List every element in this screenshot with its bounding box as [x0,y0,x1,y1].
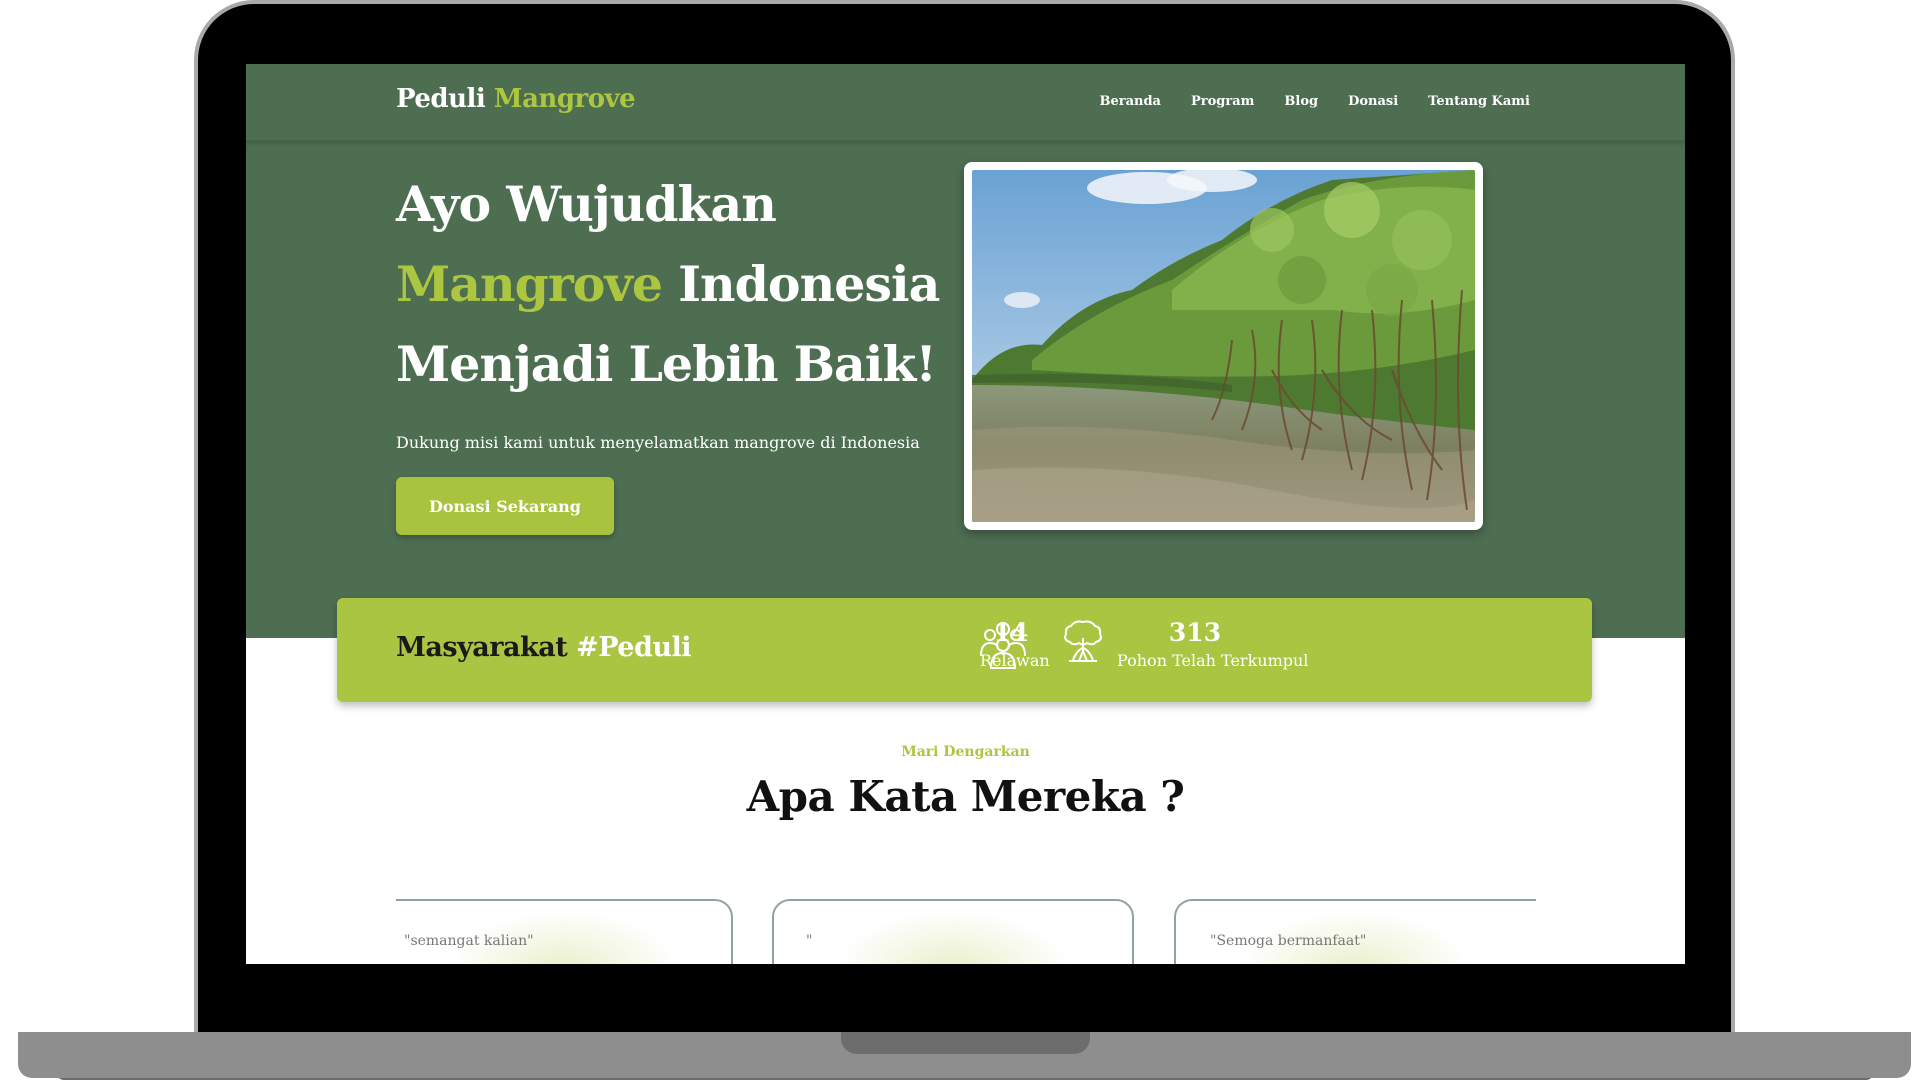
donate-now-button[interactable]: Donasi Sekarang [396,477,614,535]
nav-item-donasi[interactable]: Donasi [1348,94,1398,109]
mangrove-photo [972,170,1475,522]
testimonial-glow [838,911,1068,964]
website-screen: Peduli Mangrove Beranda Program Blog Don… [246,64,1685,964]
hero-title: Ayo Wujudkan Mangrove Indonesia Menjadi … [396,164,996,404]
testimonial-quote: " [806,933,813,949]
navbar: Peduli Mangrove Beranda Program Blog Don… [246,64,1685,142]
testimonial-card: "semangat kalian" [396,899,733,964]
community-title: Masyarakat #Peduli [396,632,691,663]
brand-logo[interactable]: Peduli Mangrove [396,84,636,114]
laptop-notch [841,1032,1090,1054]
trees-label: Pohon Telah Terkumpul [1117,651,1309,670]
main-nav: Beranda Program Blog Donasi Tentang Kami [1099,94,1530,109]
trees-count: 313 [1168,618,1222,647]
hero-title-line1: Ayo Wujudkan [396,175,777,233]
testimonial-quote: "Semoga bermanfaat" [1210,933,1367,949]
hero-title-line2: Indonesia [662,255,940,313]
mangrove-tree-icon [1064,620,1102,662]
hero-title-line3: Menjadi Lebih Baik! [396,335,937,393]
community-banner: Masyarakat #Peduli 14 Relawan 313 Pohon … [337,598,1592,702]
hero-photo-frame [964,162,1483,530]
testimonial-card: " [772,899,1134,964]
testimonial-quote: "semangat kalian" [404,933,534,949]
nav-item-tentang-kami[interactable]: Tentang Kami [1428,94,1530,109]
hero-title-accent: Mangrove [396,255,663,313]
volunteers-count: 14 [993,618,1029,647]
brand-name-first: Peduli [396,84,486,114]
nav-item-blog[interactable]: Blog [1284,94,1318,109]
hero-subtitle: Dukung misi kami untuk menyelamatkan man… [396,433,920,452]
testimonials-title: Apa Kata Mereka ? [746,772,1185,821]
community-title-text: Masyarakat [396,632,568,663]
nav-item-program[interactable]: Program [1191,94,1254,109]
community-hashtag: #Peduli [576,632,691,663]
brand-name-second: Mangrove [493,84,636,114]
nav-item-beranda[interactable]: Beranda [1099,94,1161,109]
testimonials-eyebrow: Mari Dengarkan [901,744,1030,760]
testimonial-card: "Semoga bermanfaat" [1174,899,1536,964]
volunteers-label: Relawan [980,651,1050,670]
